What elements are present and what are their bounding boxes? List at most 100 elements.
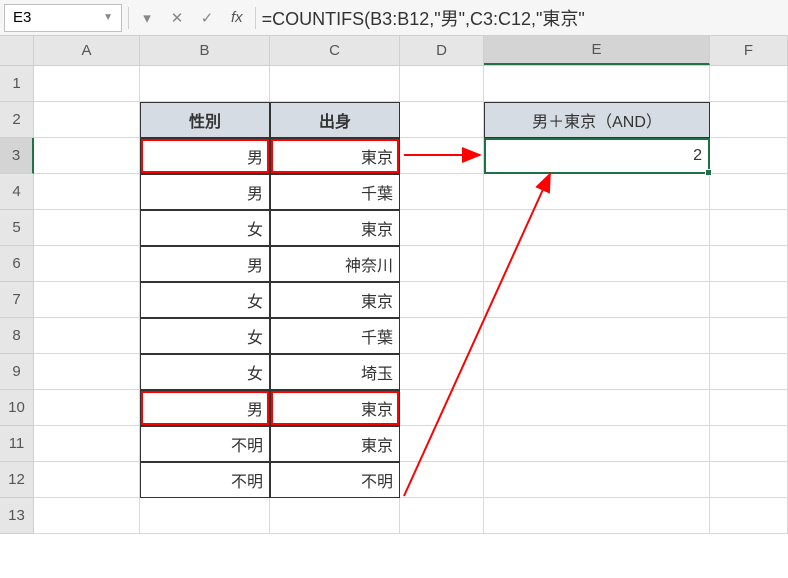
cell-A12[interactable]	[34, 462, 140, 498]
cell-C4[interactable]: 千葉	[270, 174, 400, 210]
row-header-2[interactable]: 2	[0, 102, 34, 138]
cell-C8[interactable]: 千葉	[270, 318, 400, 354]
cell-F9[interactable]	[710, 354, 788, 390]
row-header-4[interactable]: 4	[0, 174, 34, 210]
row-header-7[interactable]: 7	[0, 282, 34, 318]
cell-C11[interactable]: 東京	[270, 426, 400, 462]
cell-A1[interactable]	[34, 66, 140, 102]
row-header-12[interactable]: 12	[0, 462, 34, 498]
cell-D7[interactable]	[400, 282, 484, 318]
cell-B9[interactable]: 女	[140, 354, 270, 390]
cell-D5[interactable]	[400, 210, 484, 246]
cell-E12[interactable]	[484, 462, 710, 498]
cell-C1[interactable]	[270, 66, 400, 102]
cell-F3[interactable]	[710, 138, 788, 174]
cell-A2[interactable]	[34, 102, 140, 138]
cell-C12[interactable]: 不明	[270, 462, 400, 498]
cell-C13[interactable]	[270, 498, 400, 534]
cell-E9[interactable]	[484, 354, 710, 390]
header-gender[interactable]: 性別	[140, 102, 270, 138]
name-box[interactable]: E3 ▼	[4, 4, 122, 32]
row-header-3[interactable]: 3	[0, 138, 34, 174]
select-all[interactable]	[0, 36, 34, 65]
cell-E13[interactable]	[484, 498, 710, 534]
fill-handle[interactable]	[705, 169, 712, 176]
cell-D12[interactable]	[400, 462, 484, 498]
cell-B1[interactable]	[140, 66, 270, 102]
cell-B8[interactable]: 女	[140, 318, 270, 354]
cell-B13[interactable]	[140, 498, 270, 534]
cell-C3[interactable]: 東京	[270, 138, 400, 174]
cell-F11[interactable]	[710, 426, 788, 462]
cell-D8[interactable]	[400, 318, 484, 354]
cell-F7[interactable]	[710, 282, 788, 318]
cell-B11[interactable]: 不明	[140, 426, 270, 462]
cell-C9[interactable]: 埼玉	[270, 354, 400, 390]
row-header-8[interactable]: 8	[0, 318, 34, 354]
enter-icon[interactable]: ✓	[195, 6, 219, 30]
formula-input[interactable]: =COUNTIFS(B3:B12,"男",C3:C12,"東京"	[262, 5, 784, 31]
cell-F12[interactable]	[710, 462, 788, 498]
cell-D11[interactable]	[400, 426, 484, 462]
cell-E10[interactable]	[484, 390, 710, 426]
col-header-A[interactable]: A	[34, 36, 140, 65]
cell-C6[interactable]: 神奈川	[270, 246, 400, 282]
cell-A6[interactable]	[34, 246, 140, 282]
cell-B10[interactable]: 男	[140, 390, 270, 426]
cell-E11[interactable]	[484, 426, 710, 462]
cell-F1[interactable]	[710, 66, 788, 102]
row-header-5[interactable]: 5	[0, 210, 34, 246]
cell-E5[interactable]	[484, 210, 710, 246]
cell-B7[interactable]: 女	[140, 282, 270, 318]
cell-B5[interactable]: 女	[140, 210, 270, 246]
col-header-B[interactable]: B	[140, 36, 270, 65]
cell-E6[interactable]	[484, 246, 710, 282]
cell-F8[interactable]	[710, 318, 788, 354]
cell-B12[interactable]: 不明	[140, 462, 270, 498]
cell-F6[interactable]	[710, 246, 788, 282]
row-header-10[interactable]: 10	[0, 390, 34, 426]
cell-B6[interactable]: 男	[140, 246, 270, 282]
cell-F2[interactable]	[710, 102, 788, 138]
expand-icon[interactable]: ▾	[135, 6, 159, 30]
cell-A3[interactable]	[34, 138, 140, 174]
col-header-E[interactable]: E	[484, 36, 710, 65]
row-header-13[interactable]: 13	[0, 498, 34, 534]
cell-C10[interactable]: 東京	[270, 390, 400, 426]
cell-E7[interactable]	[484, 282, 710, 318]
cancel-icon[interactable]: ✕	[165, 6, 189, 30]
cell-A11[interactable]	[34, 426, 140, 462]
cell-A5[interactable]	[34, 210, 140, 246]
cell-D1[interactable]	[400, 66, 484, 102]
cell-A8[interactable]	[34, 318, 140, 354]
cell-C7[interactable]: 東京	[270, 282, 400, 318]
cell-A10[interactable]	[34, 390, 140, 426]
cell-F4[interactable]	[710, 174, 788, 210]
cell-E3-result[interactable]: 2	[484, 138, 710, 174]
cell-D9[interactable]	[400, 354, 484, 390]
cell-E1[interactable]	[484, 66, 710, 102]
cell-B3[interactable]: 男	[140, 138, 270, 174]
col-header-F[interactable]: F	[710, 36, 788, 65]
cell-F10[interactable]	[710, 390, 788, 426]
cell-E8[interactable]	[484, 318, 710, 354]
cell-E4[interactable]	[484, 174, 710, 210]
cell-D6[interactable]	[400, 246, 484, 282]
row-header-6[interactable]: 6	[0, 246, 34, 282]
row-header-1[interactable]: 1	[0, 66, 34, 102]
cell-A4[interactable]	[34, 174, 140, 210]
cell-B4[interactable]: 男	[140, 174, 270, 210]
cell-F13[interactable]	[710, 498, 788, 534]
cell-D3[interactable]	[400, 138, 484, 174]
cell-F5[interactable]	[710, 210, 788, 246]
row-header-11[interactable]: 11	[0, 426, 34, 462]
cell-D13[interactable]	[400, 498, 484, 534]
fx-icon[interactable]: fx	[231, 9, 243, 26]
col-header-C[interactable]: C	[270, 36, 400, 65]
cell-A7[interactable]	[34, 282, 140, 318]
cell-D10[interactable]	[400, 390, 484, 426]
col-header-D[interactable]: D	[400, 36, 484, 65]
header-result[interactable]: 男＋東京（AND）	[484, 102, 710, 138]
cell-D4[interactable]	[400, 174, 484, 210]
cell-A9[interactable]	[34, 354, 140, 390]
